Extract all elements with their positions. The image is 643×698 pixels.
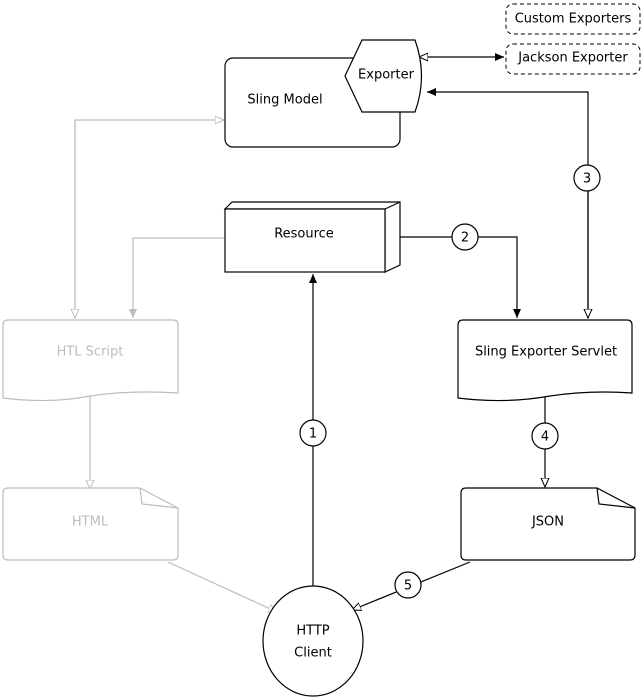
htl-script-label: HTL Script [57,345,124,360]
step-3-label: 3 [583,172,591,187]
custom-exporters-label: Custom Exporters [515,12,632,27]
resource-to-htl-connector [129,237,225,318]
json-label: JSON [531,515,564,530]
http-client-node [262,585,364,697]
step-2-label: 2 [461,231,469,246]
html-to-client-connector [167,561,277,613]
step-5-label: 5 [404,579,412,594]
htl-script-node [2,319,179,402]
sling-exporter-servlet-node [457,319,633,402]
htl-to-model-connector [74,120,224,318]
exporter-label: Exporter [358,68,415,83]
http-client-label-line1: HTTP [296,624,329,639]
jackson-exporter-label: Jackson Exporter [517,51,628,66]
http-client-label-line2: Client [294,646,332,661]
html-label: HTML [72,515,109,530]
servlet-to-exporter-connector [427,88,589,318]
step-1-label: 1 [309,427,317,442]
sling-model-label: Sling Model [247,93,322,108]
step-4-label: 4 [541,430,549,445]
resource-to-servlet-connector [400,236,521,318]
sling-exporter-servlet-label: Sling Exporter Servlet [475,345,617,360]
resource-label: Resource [274,227,334,242]
sling-exporter-diagram: Sling Model Exporter Custom Exporters Ja… [2,3,641,697]
